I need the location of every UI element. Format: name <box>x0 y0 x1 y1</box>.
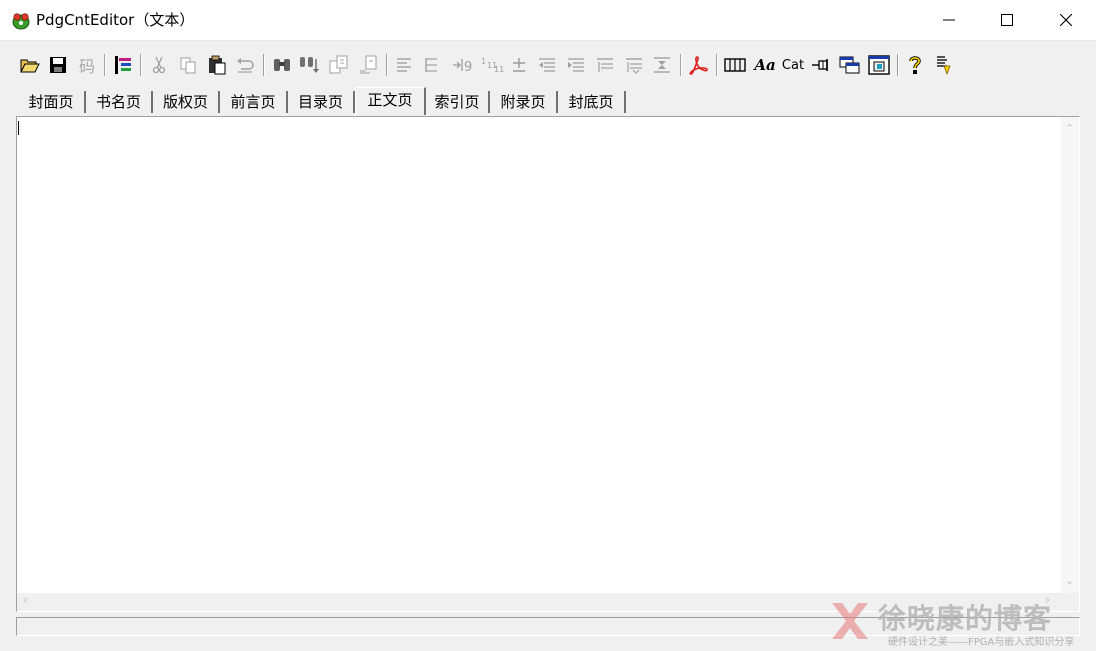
find-next-button[interactable] <box>298 52 322 78</box>
cut-button[interactable] <box>147 52 171 78</box>
horizontal-scrollbar[interactable]: ‹ › <box>17 593 1061 611</box>
vertical-scrollbar[interactable]: ⌃ ⌄ <box>1061 117 1079 593</box>
save-icon <box>50 57 66 73</box>
tab-body[interactable]: 正文页 <box>355 87 426 115</box>
replace-all-icon <box>360 55 377 74</box>
about-button[interactable] <box>931 52 955 78</box>
preview-icon <box>868 55 890 75</box>
page-number-button[interactable]: 9 <box>450 52 476 78</box>
encoding-button[interactable]: 码 <box>75 52 99 78</box>
tab-cover[interactable]: 封面页 <box>18 91 86 113</box>
indent-icon <box>425 58 437 72</box>
status-bar <box>16 617 1080 636</box>
tab-preface[interactable]: 前言页 <box>220 91 288 113</box>
about-icon <box>937 56 951 76</box>
expand-icon <box>654 57 670 73</box>
close-icon <box>1060 14 1072 26</box>
expand-button[interactable] <box>650 52 674 78</box>
open-button[interactable] <box>18 52 42 78</box>
replace-icon <box>329 55 348 74</box>
replace-button[interactable] <box>328 52 352 78</box>
scissors-icon <box>152 56 166 74</box>
acrobat-icon <box>689 56 708 75</box>
scroll-right-icon[interactable]: › <box>1045 594 1050 607</box>
title-bar: PdgCntEditor（文本） <box>0 0 1096 41</box>
svg-text:1: 1 <box>481 57 486 66</box>
help-icon <box>909 56 921 74</box>
undo-icon <box>237 58 254 73</box>
pin-icon <box>812 59 828 71</box>
find-next-icon <box>300 57 319 73</box>
svg-text:9: 9 <box>464 60 472 74</box>
indent-button[interactable] <box>420 52 444 78</box>
help-button[interactable] <box>903 52 927 78</box>
catalog-button[interactable]: Cat <box>780 52 806 78</box>
scroll-down-icon[interactable]: ⌄ <box>1065 575 1074 587</box>
editor-frame: ⌃ ⌄ ‹ › <box>16 116 1080 612</box>
find-button[interactable] <box>270 52 294 78</box>
windows-icon <box>839 56 860 74</box>
scroll-up-icon[interactable]: ⌃ <box>1065 123 1074 135</box>
folder-open-icon <box>20 59 40 73</box>
tab-copyright[interactable]: 版权页 <box>153 91 220 113</box>
columns-button[interactable] <box>723 52 747 78</box>
undo-button[interactable] <box>233 52 257 78</box>
maximize-button[interactable] <box>978 0 1036 40</box>
tab-title-page[interactable]: 书名页 <box>86 91 153 113</box>
move-up-icon <box>597 58 613 72</box>
copy-button[interactable] <box>176 52 200 78</box>
move-down-button[interactable] <box>622 52 646 78</box>
tab-back-cover[interactable]: 封底页 <box>558 91 626 113</box>
scroll-corner <box>1061 593 1079 611</box>
close-button[interactable] <box>1037 0 1095 40</box>
promote-button[interactable] <box>535 52 559 78</box>
align-left-button[interactable] <box>392 52 416 78</box>
page-number-icon: 9 <box>453 59 472 74</box>
align-left-icon <box>397 58 411 72</box>
tab-contents[interactable]: 目录页 <box>288 91 355 113</box>
promote-icon <box>539 58 555 72</box>
pin-button[interactable] <box>810 52 834 78</box>
plus-minus-icon <box>513 58 525 72</box>
pdf-button[interactable] <box>686 52 710 78</box>
copy-icon <box>180 57 196 74</box>
text-caret <box>18 121 19 135</box>
font-label: Aa <box>754 56 776 74</box>
outline-button[interactable] <box>111 52 135 78</box>
text-editor[interactable] <box>17 117 1061 593</box>
level-button[interactable] <box>507 52 531 78</box>
toolbar: 码 9 1 11 11 Aa Cat <box>0 48 1096 84</box>
demote-button[interactable] <box>564 52 588 78</box>
paste-button[interactable] <box>205 52 229 78</box>
preview-button[interactable] <box>867 52 891 78</box>
svg-text:111: 111 <box>494 65 505 74</box>
numbering-button[interactable]: 1 11 111 <box>478 52 506 78</box>
window-title: PdgCntEditor（文本） <box>36 11 195 29</box>
maximize-icon <box>1001 14 1013 26</box>
scroll-left-icon[interactable]: ‹ <box>23 594 28 607</box>
tab-index[interactable]: 索引页 <box>426 91 490 113</box>
binoculars-icon <box>274 59 290 71</box>
font-button[interactable]: Aa <box>752 52 778 78</box>
numbering-icon: 1 11 111 <box>481 57 505 74</box>
app-icon <box>12 13 30 30</box>
save-button[interactable] <box>46 52 70 78</box>
tab-appendix[interactable]: 附录页 <box>490 91 558 113</box>
encoding-label: 码 <box>78 57 95 76</box>
columns-icon <box>724 58 746 72</box>
replace-all-button[interactable] <box>357 52 381 78</box>
paste-icon <box>209 55 226 75</box>
minimize-button[interactable] <box>920 0 978 40</box>
outline-icon <box>115 56 131 74</box>
move-down-icon <box>626 58 642 74</box>
demote-icon <box>568 58 584 72</box>
window-button[interactable] <box>838 52 862 78</box>
catalog-label: Cat <box>781 57 805 73</box>
move-up-button[interactable] <box>593 52 617 78</box>
minimize-icon <box>943 19 955 21</box>
